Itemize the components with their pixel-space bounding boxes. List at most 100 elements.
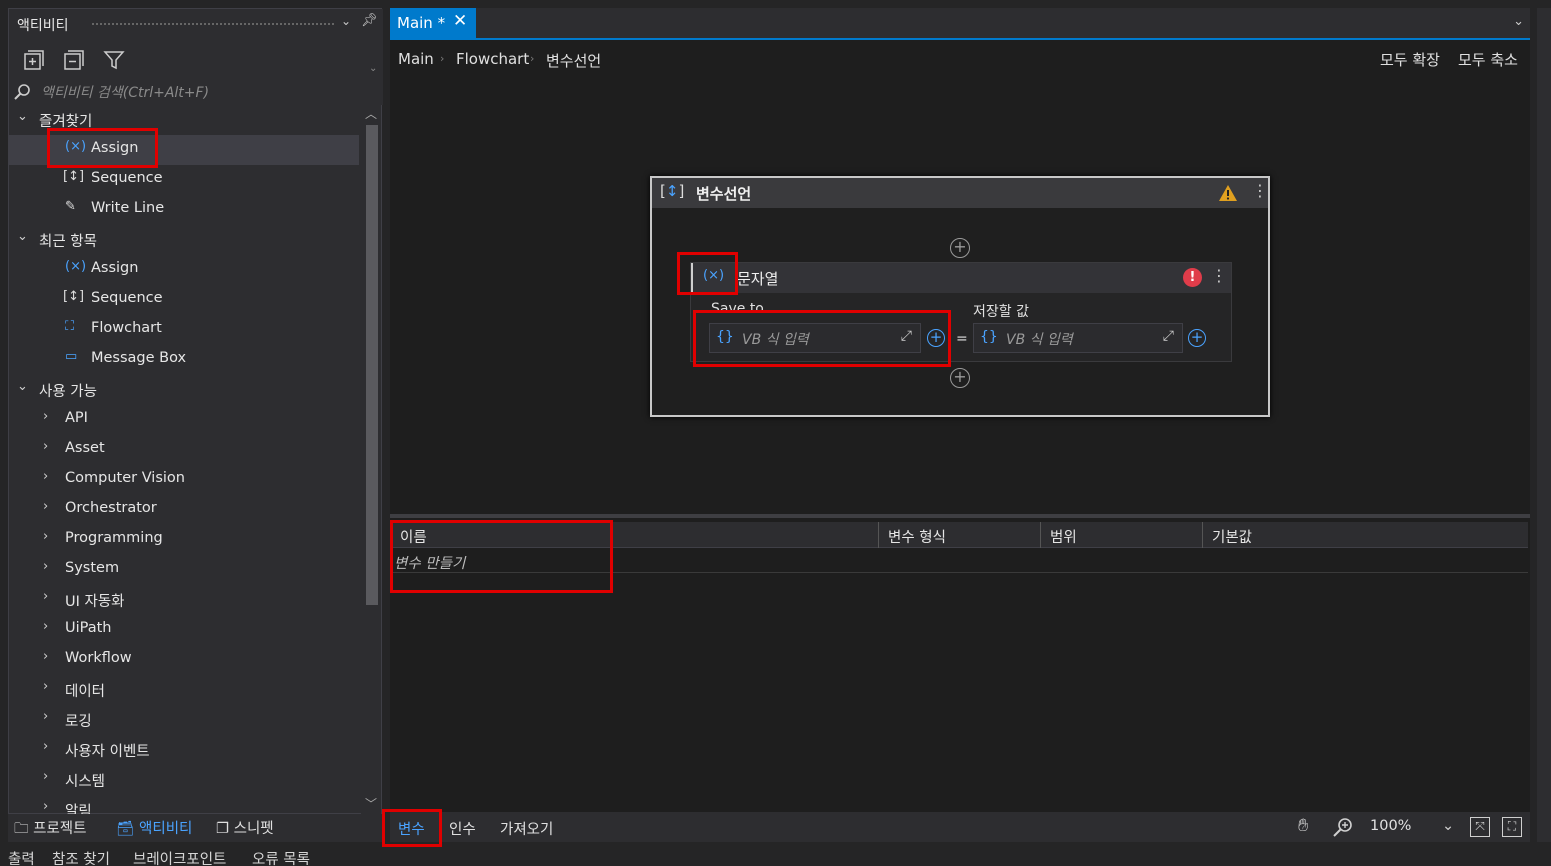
filter-icon[interactable] [103, 49, 125, 71]
column-divider[interactable] [1040, 522, 1041, 548]
fit-to-screen-icon[interactable]: ⤧ [1470, 817, 1490, 837]
chevron-right-icon[interactable]: › [43, 469, 48, 484]
tree-category-system[interactable]: › System [9, 555, 359, 585]
overview-icon[interactable]: ⛶ [1502, 817, 1522, 837]
zoom-icon[interactable] [1332, 816, 1354, 838]
tree-category-programming[interactable]: › Programming [9, 525, 359, 555]
tab-variables[interactable]: 변수 [398, 818, 425, 839]
chevron-right-icon[interactable]: › [43, 589, 48, 604]
chevron-down-icon[interactable]: ⌄ [17, 379, 28, 394]
chevron-up-icon[interactable]: ︿ [365, 105, 377, 122]
chevron-right-icon[interactable]: › [43, 769, 48, 784]
tab-main[interactable]: Main * ✕ [390, 8, 476, 38]
chevron-down-icon[interactable]: ⌄ [369, 63, 377, 74]
tree-category-user-events[interactable]: › 사용자 이벤트 [9, 735, 359, 765]
zoom-level[interactable]: 100% [1370, 818, 1411, 834]
tree-group-available[interactable]: ⌄ 사용 가능 [9, 375, 359, 405]
more-options-icon[interactable]: ⋮ [1211, 266, 1227, 285]
chevron-down-icon[interactable]: ⌄ [17, 229, 28, 244]
tab-project[interactable]: 🗀︎ 프로젝트 [14, 817, 86, 843]
tree-category-system-kr[interactable]: › 시스템 [9, 765, 359, 795]
add-activity-icon[interactable]: + [950, 368, 970, 388]
chevron-right-icon[interactable]: › [43, 529, 48, 544]
tree-item-message-box-recent[interactable]: ▭ Message Box [9, 345, 359, 375]
value-input[interactable]: {} VB 식 입력 ⤢ [973, 323, 1183, 353]
tree-item-sequence-favorite[interactable]: [↕] Sequence [9, 165, 359, 195]
chevron-right-icon[interactable]: › [43, 739, 48, 754]
chevron-right-icon[interactable]: › [43, 409, 48, 424]
tab-breakpoints[interactable]: 브레이크포인트 [133, 848, 226, 866]
sequence-activity[interactable]: [↕] 변수선언 ⋮ + (×) 문자열 ! ⋮ Save to 저장할 값 {… [650, 176, 1270, 417]
tree-category-asset[interactable]: › Asset [9, 435, 359, 465]
tab-arguments[interactable]: 인수 [449, 818, 476, 839]
column-divider[interactable] [1202, 522, 1203, 548]
expand-all-icon[interactable] [23, 49, 45, 71]
create-variable-row[interactable]: 변수 만들기 [394, 552, 465, 573]
expand-editor-icon[interactable]: ⤢ [901, 328, 912, 344]
tree-item-flowchart-recent[interactable]: ⛶ Flowchart [9, 315, 359, 345]
tree-item-assign-recent[interactable]: (×) Assign [9, 255, 359, 285]
collapse-all-icon[interactable] [63, 49, 85, 71]
breadcrumb-item[interactable]: Flowchart [456, 50, 529, 68]
tree-category-alerts[interactable]: › 알림 [9, 795, 359, 815]
chevron-down-icon[interactable]: ⌄ [1442, 818, 1454, 834]
chevron-down-icon[interactable]: ⌄ [341, 14, 351, 28]
pin-icon[interactable]: 📌︎ [361, 13, 378, 28]
column-divider[interactable] [878, 522, 879, 548]
assign-activity[interactable]: (×) 문자열 ! ⋮ Save to 저장할 값 {} VB 식 입력 ⤢ +… [690, 262, 1232, 362]
scrollbar-thumb[interactable] [366, 125, 378, 605]
tree-category-api[interactable]: › API [9, 405, 359, 435]
tab-snippets[interactable]: ❐ 스니펫 [216, 817, 274, 838]
expand-all-button[interactable]: 모두 확장 [1380, 49, 1440, 70]
more-options-icon[interactable]: ⋮ [1252, 181, 1268, 200]
tab-find-references[interactable]: 참조 찾기 [52, 848, 110, 866]
right-side-panel[interactable] [1537, 8, 1551, 842]
tree-item-write-line-favorite[interactable]: ✎ Write Line [9, 195, 359, 225]
assign-header[interactable]: (×) 문자열 ! ⋮ [691, 263, 1231, 293]
tree-category-ui-automation[interactable]: › UI 자동화 [9, 585, 359, 615]
tree-category-logging[interactable]: › 로깅 [9, 705, 359, 735]
chevron-down-icon[interactable]: ⌄ [17, 109, 28, 124]
chevron-down-icon[interactable]: ﹀ [365, 795, 377, 812]
activities-search[interactable]: 액티비티 검색(Ctrl+Alt+F) [9, 79, 383, 105]
expand-editor-icon[interactable]: ⤢ [1163, 328, 1174, 344]
tab-output[interactable]: 출력 [8, 848, 35, 866]
tree-category-data[interactable]: › 데이터 [9, 675, 359, 705]
add-activity-icon[interactable]: + [950, 238, 970, 258]
tree-category-workflow[interactable]: › Workflow [9, 645, 359, 675]
chevron-right-icon[interactable]: › [43, 649, 48, 664]
chevron-right-icon[interactable]: › [43, 679, 48, 694]
sequence-header[interactable]: [↕] 변수선언 ⋮ [652, 178, 1268, 208]
tree-category-uipath[interactable]: › UiPath [9, 615, 359, 645]
column-scope[interactable]: 범위 [1050, 526, 1077, 547]
tree-group-favorites[interactable]: ⌄ 즐겨찾기 [9, 105, 359, 135]
designer-canvas[interactable]: Main › Flowchart › 변수선언 모두 확장 모두 축소 [↕] … [390, 38, 1530, 514]
chevron-right-icon[interactable]: › [43, 709, 48, 724]
tree-item-sequence-recent[interactable]: [↕] Sequence [9, 285, 359, 315]
add-save-to-icon[interactable]: + [927, 329, 945, 347]
chevron-right-icon[interactable]: › [43, 619, 48, 634]
breadcrumb-item[interactable]: Main [398, 50, 434, 68]
chevron-right-icon[interactable]: › [43, 799, 48, 814]
column-default[interactable]: 기본값 [1212, 526, 1252, 547]
tab-error-list[interactable]: 오류 목록 [252, 848, 310, 866]
close-icon[interactable]: ✕ [453, 11, 467, 31]
column-type[interactable]: 변수 형식 [888, 526, 946, 547]
pan-icon[interactable]: ✋︎ [1298, 815, 1308, 836]
tree-item-assign-favorite[interactable]: (×) Assign [9, 135, 359, 165]
save-to-input[interactable]: {} VB 식 입력 ⤢ [709, 323, 921, 353]
chevron-right-icon[interactable]: › [43, 439, 48, 454]
tab-activities[interactable]: 🗃︎ 액티비티 [116, 817, 192, 838]
collapse-all-button[interactable]: 모두 축소 [1458, 49, 1518, 70]
panel-grip[interactable] [91, 22, 335, 27]
search-input[interactable]: 액티비티 검색(Ctrl+Alt+F) [41, 82, 209, 102]
add-value-icon[interactable]: + [1188, 329, 1206, 347]
chevron-down-icon[interactable]: ⌄ [1513, 14, 1524, 29]
chevron-right-icon[interactable]: › [43, 559, 48, 574]
column-name[interactable]: 이름 [400, 526, 427, 547]
tree-group-recent[interactable]: ⌄ 최근 항목 [9, 225, 359, 255]
tab-imports[interactable]: 가져오기 [500, 818, 553, 839]
tree-category-computer-vision[interactable]: › Computer Vision [9, 465, 359, 495]
tree-category-orchestrator[interactable]: › Orchestrator [9, 495, 359, 525]
chevron-right-icon[interactable]: › [43, 499, 48, 514]
